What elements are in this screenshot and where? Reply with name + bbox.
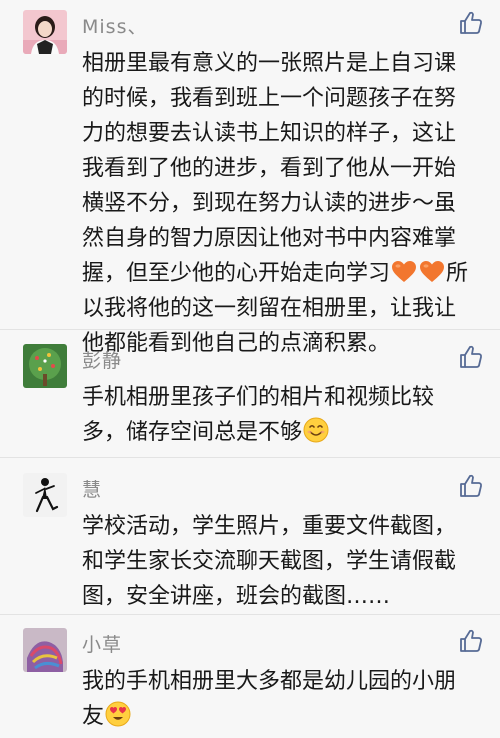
- avatar[interactable]: [23, 473, 67, 517]
- comment-line: 多，储存空间总是不够: [82, 415, 484, 450]
- thumbs-up-outline-icon: [460, 345, 482, 368]
- avatar[interactable]: [23, 10, 67, 54]
- commenter-name[interactable]: 彭静: [82, 346, 122, 373]
- comment-line: 然自身的智力原因让他对书中内容难掌: [82, 226, 457, 251]
- comment-text: 我的手机相册里大多都是幼儿园的小朋 友: [82, 664, 484, 734]
- commenter-name[interactable]: 小草: [82, 630, 122, 657]
- thumbs-up-outline-icon: [460, 11, 482, 34]
- comment-line-text: 所: [446, 261, 469, 286]
- commenter-name[interactable]: 慧: [82, 475, 102, 502]
- like-button[interactable]: [458, 473, 484, 499]
- comment-line: 力的想要去认读书上知识的样子，这让: [82, 121, 457, 146]
- like-button[interactable]: [458, 628, 484, 654]
- avatar[interactable]: [23, 344, 67, 388]
- avatar[interactable]: [23, 628, 67, 672]
- divider: [0, 329, 500, 330]
- comment-line: 以我将他的这一刻留在相册里，让我让: [82, 296, 457, 321]
- comment-text: 学校活动，学生照片，重要文件截图， 和学生家长交流聊天截图，学生请假截 图，安全…: [82, 509, 484, 614]
- divider: [0, 614, 500, 615]
- divider: [0, 457, 500, 458]
- comment-line-text: 多，储存空间总是不够: [82, 420, 303, 445]
- comment-line: 手机相册里孩子们的相片和视频比较: [82, 385, 435, 410]
- comment-item: 慧 学校活动，学生照片，重要文件截图， 和学生家长交流聊天截图，学生请假截 图，…: [0, 473, 500, 613]
- comment-text: 相册里最有意义的一张照片是上自习课 的时候，我看到班上一个问题孩子在努 力的想要…: [82, 46, 484, 361]
- comment-line: 我看到了他的进步，看到了他从一开始: [82, 156, 457, 181]
- comment-line: 学校活动，学生照片，重要文件截图，: [82, 514, 457, 539]
- comment-line-text: 握，但至少他的心开始走向学习: [82, 261, 391, 286]
- thumbs-up-outline-icon: [460, 474, 482, 497]
- orange-heart-icon: [391, 260, 417, 295]
- comment-line: 握，但至少他的心开始走向学习 所: [82, 256, 484, 291]
- smile-emoji-icon: [303, 417, 329, 454]
- comment-line: 横竖不分，到现在努力认读的进步～虽: [82, 191, 457, 216]
- orange-heart-icon: [419, 260, 445, 295]
- like-button[interactable]: [458, 344, 484, 370]
- comment-line: 和学生家长交流聊天截图，学生请假截: [82, 549, 457, 574]
- commenter-name[interactable]: Miss、: [82, 12, 147, 39]
- comment-line: 相册里最有意义的一张照片是上自习课: [82, 51, 457, 76]
- comment-line: 图，安全讲座，班会的截图……: [82, 584, 391, 609]
- comment-text: 手机相册里孩子们的相片和视频比较 多，储存空间总是不够: [82, 380, 484, 450]
- thumbs-up-outline-icon: [460, 629, 482, 652]
- comment-item: 彭静 手机相册里孩子们的相片和视频比较 多，储存空间总是不够: [0, 344, 500, 445]
- heart-eyes-emoji-icon: [105, 701, 131, 738]
- comment-item: 小草 我的手机相册里大多都是幼儿园的小朋 友: [0, 628, 500, 729]
- comment-line: 我的手机相册里大多都是幼儿园的小朋: [82, 669, 457, 694]
- comment-line: 的时候，我看到班上一个问题孩子在努: [82, 86, 457, 111]
- comment-item: Miss、 相册里最有意义的一张照片是上自习课 的时候，我看到班上一个问题孩子在…: [0, 10, 500, 356]
- like-button[interactable]: [458, 10, 484, 36]
